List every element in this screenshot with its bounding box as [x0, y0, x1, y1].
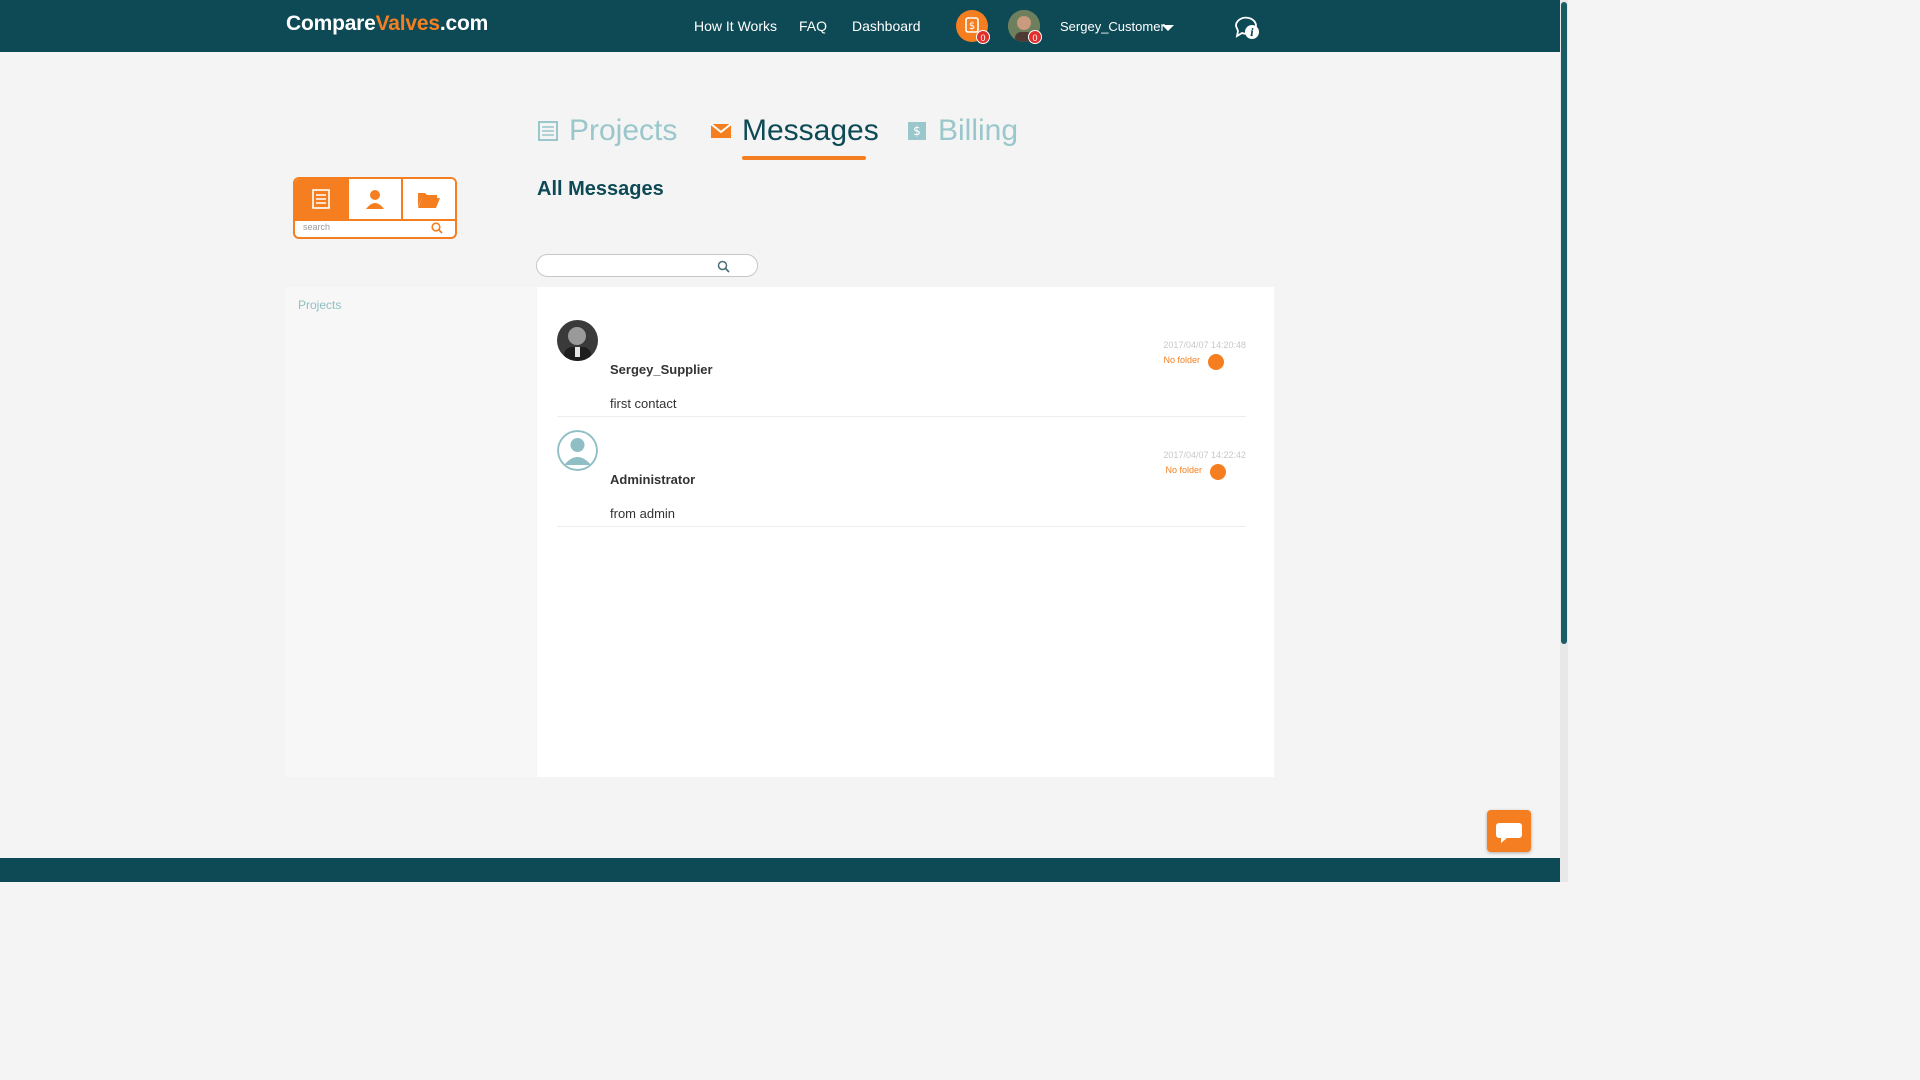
scrollbar-thumb[interactable]: [1561, 2, 1567, 644]
sidebar-search-placeholder: search: [303, 222, 331, 232]
search-icon[interactable]: [431, 222, 443, 234]
message-search-input[interactable]: [536, 254, 758, 277]
projects-sidebar: Projects: [285, 287, 536, 777]
tab-billing-label: Billing: [938, 114, 1019, 147]
page-title: All Messages: [537, 178, 664, 200]
folder-icon[interactable]: [1210, 464, 1226, 480]
billing-count-badge: 0: [976, 30, 990, 44]
message-preview: first contact: [610, 396, 677, 411]
sender-avatar: [557, 430, 598, 471]
tab-projects[interactable]: Projects: [537, 114, 677, 148]
folder-icon[interactable]: [1208, 354, 1224, 370]
active-tab-indicator: [742, 156, 866, 160]
nav-dashboard[interactable]: Dashboard: [852, 18, 921, 34]
sidebar-projects-label[interactable]: Projects: [298, 298, 341, 312]
page-scrollbar[interactable]: [1560, 0, 1568, 882]
tab-billing[interactable]: $ Billing: [906, 114, 1018, 148]
top-navbar: CompareValves.com How It Works FAQ Dashb…: [0, 0, 1560, 52]
messages-list: Sergey_Supplier first contact 2017/04/07…: [537, 287, 1274, 777]
message-sender: Sergey_Supplier: [610, 362, 713, 377]
message-date: 2017/04/07 14:22:42: [1163, 450, 1246, 460]
message-sender: Administrator: [610, 472, 696, 487]
list-icon: [538, 121, 558, 141]
envelope-icon: [710, 123, 732, 138]
chat-button[interactable]: [1487, 810, 1531, 852]
search-icon[interactable]: [717, 260, 730, 273]
message-preview: from admin: [610, 506, 676, 521]
svg-text:i: i: [1250, 28, 1254, 39]
svg-text:$: $: [913, 124, 921, 138]
message-date: 2017/04/07 14:20:48: [1163, 340, 1246, 350]
profile-count-badge: 0: [1028, 30, 1042, 44]
tab-messages-label: Messages: [742, 114, 879, 147]
logo[interactable]: CompareValves.com: [286, 12, 488, 36]
filter-widget: search: [293, 177, 457, 239]
filter-list-button[interactable]: [295, 179, 349, 219]
folder-icon: [418, 193, 440, 208]
sender-avatar: [557, 320, 598, 361]
footer: [0, 858, 1560, 882]
nav-faq[interactable]: FAQ: [799, 18, 827, 34]
user-icon: [366, 190, 384, 209]
tab-messages[interactable]: Messages: [710, 114, 879, 148]
list-icon: [312, 189, 330, 209]
nav-how-it-works[interactable]: How It Works: [694, 18, 777, 34]
billing-notifications-button[interactable]: $ 0: [956, 10, 990, 44]
message-folder-label: No folder: [1163, 355, 1200, 365]
chevron-down-icon[interactable]: [1162, 25, 1174, 31]
username[interactable]: Sergey_Customer: [1060, 19, 1165, 34]
message-item[interactable]: Sergey_Supplier first contact 2017/04/07…: [557, 307, 1246, 417]
billing-icon: $: [908, 122, 926, 140]
message-folder-label: No folder: [1165, 465, 1202, 475]
message-item[interactable]: Administrator from admin 2017/04/07 14:2…: [557, 417, 1246, 527]
filter-user-button[interactable]: [349, 179, 403, 219]
filter-folder-button[interactable]: [403, 179, 455, 219]
tab-projects-label: Projects: [569, 114, 678, 147]
chat-bubble-icon: [1496, 823, 1522, 843]
info-chat-icon[interactable]: i: [1232, 14, 1262, 42]
sidebar-search-input[interactable]: search: [295, 221, 455, 237]
svg-text:$: $: [969, 21, 975, 32]
